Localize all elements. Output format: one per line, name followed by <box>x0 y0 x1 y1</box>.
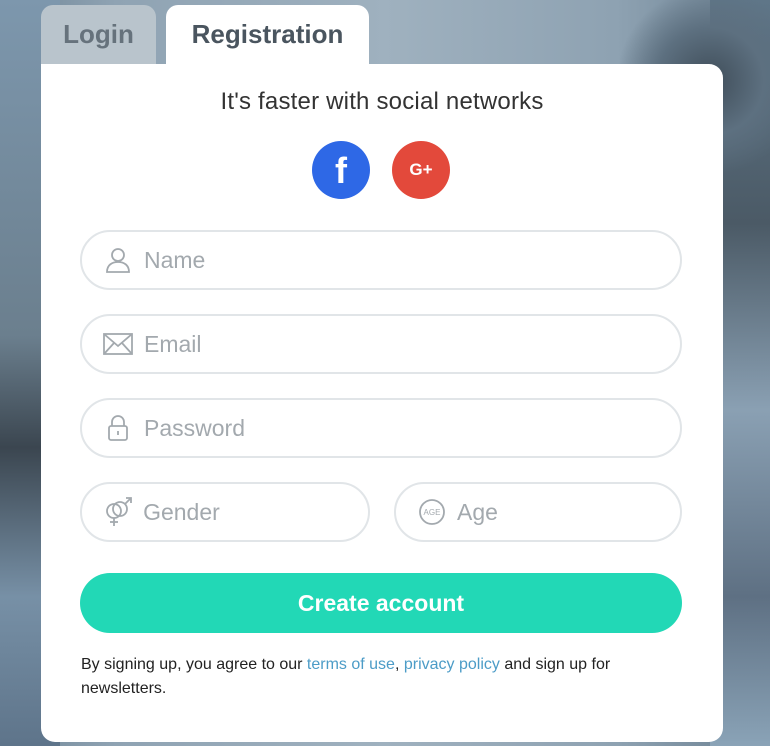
social-headline: It's faster with social networks <box>220 88 544 115</box>
user-icon <box>100 242 136 278</box>
email-field[interactable] <box>80 314 682 374</box>
terms-of-use-link[interactable]: terms of use <box>307 656 395 673</box>
registration-card: It's faster with social networks f G+ Na… <box>41 64 723 742</box>
age-icon: AGE <box>414 494 449 530</box>
tab-registration[interactable]: Registration <box>166 5 369 67</box>
gender-field[interactable] <box>80 482 370 542</box>
facebook-button[interactable]: f <box>312 141 370 199</box>
password-field[interactable] <box>80 398 682 458</box>
gender-icon <box>100 494 135 530</box>
terms-text: By signing up, you agree to our terms of… <box>81 653 681 701</box>
terms-prefix: By signing up, you agree to our <box>81 656 307 673</box>
create-account-button[interactable]: Create account <box>80 573 682 633</box>
tab-login-label: Login <box>63 19 134 49</box>
facebook-icon: f <box>335 150 347 191</box>
google-plus-icon: G+ <box>409 160 433 179</box>
email-input[interactable] <box>142 329 625 359</box>
tab-registration-label: Registration <box>191 19 344 49</box>
google-plus-button[interactable]: G+ <box>392 141 450 199</box>
svg-text:AGE: AGE <box>423 508 440 517</box>
name-input[interactable] <box>142 245 625 275</box>
terms-separator: , <box>394 656 404 673</box>
gender-input[interactable] <box>141 497 368 527</box>
age-field[interactable]: AGE <box>394 482 682 542</box>
name-field[interactable] <box>80 230 682 290</box>
password-input[interactable] <box>142 413 625 443</box>
age-input[interactable] <box>455 497 680 527</box>
lock-icon <box>100 410 136 446</box>
envelope-icon <box>100 326 136 362</box>
privacy-policy-link[interactable]: privacy policy <box>404 656 500 673</box>
tab-login[interactable]: Login <box>41 5 156 67</box>
